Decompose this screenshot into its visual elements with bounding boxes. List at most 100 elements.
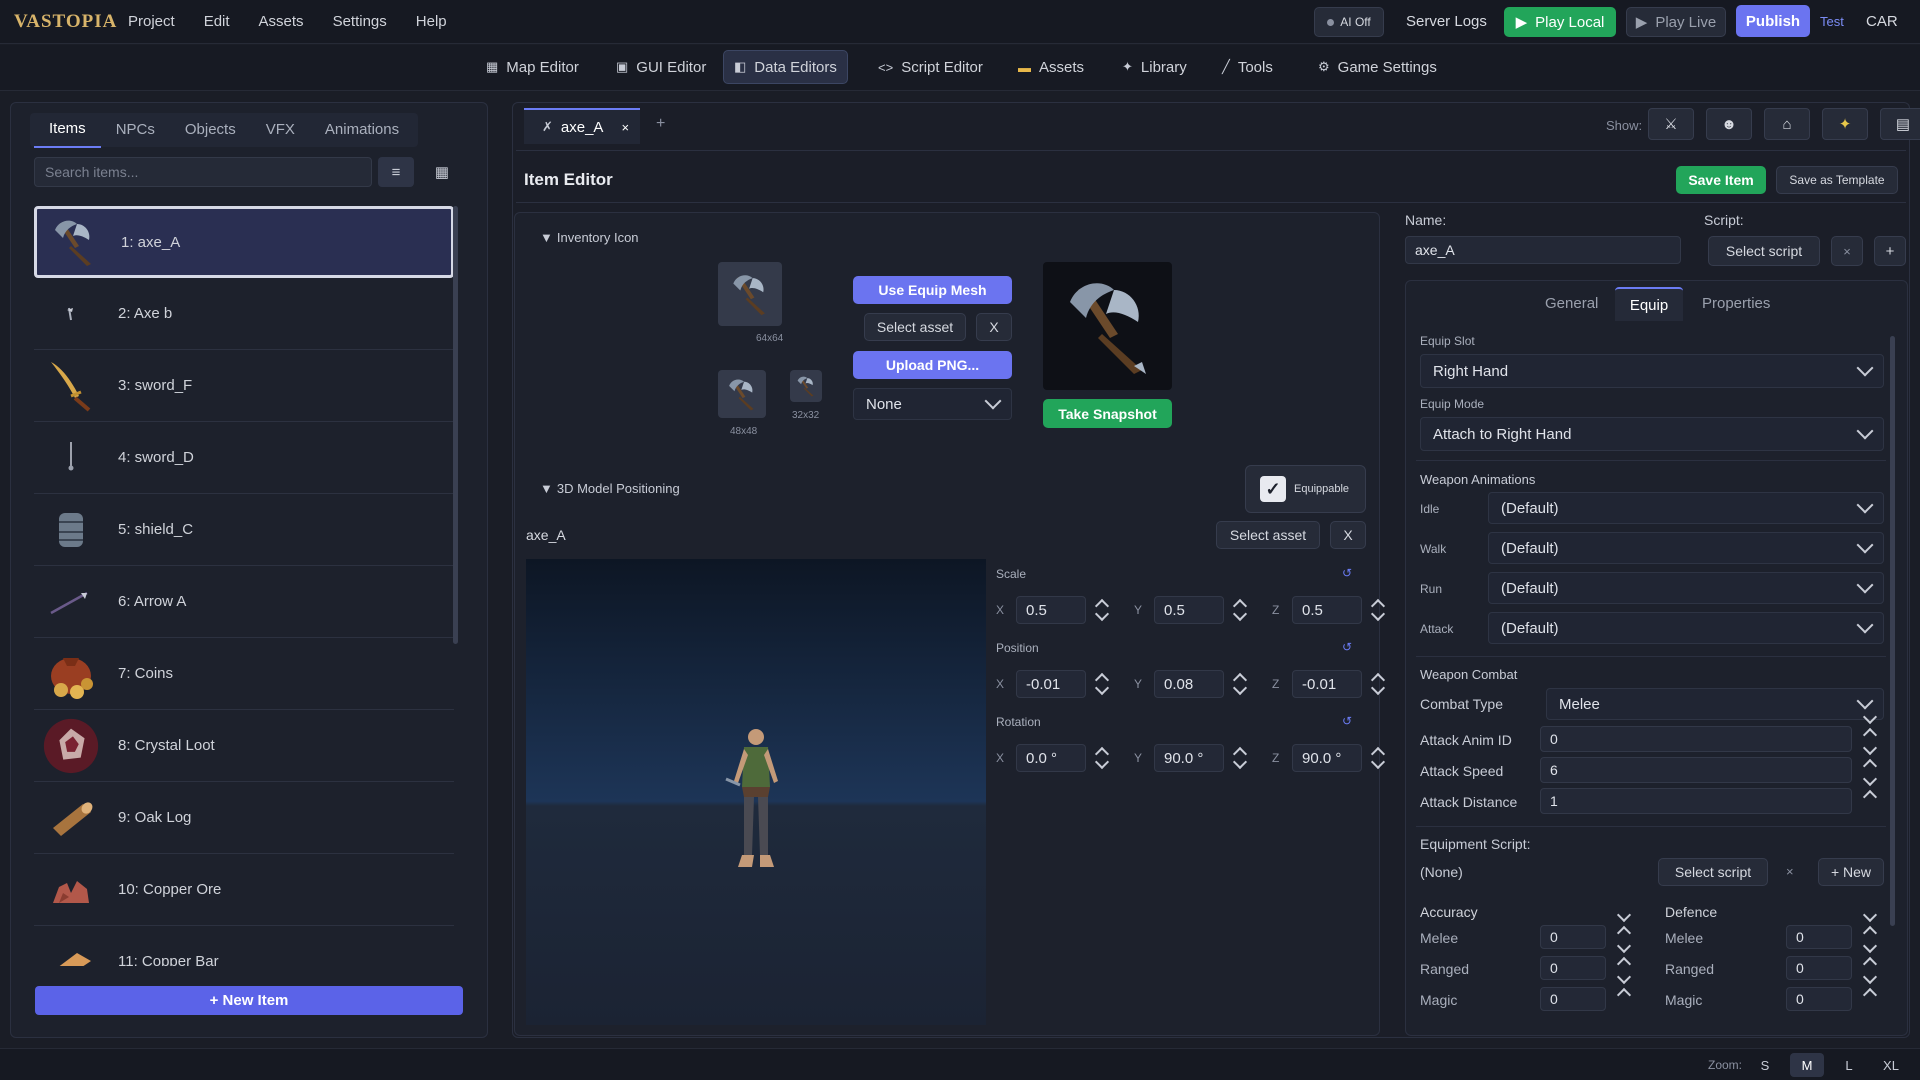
add-tab-button[interactable]: + (656, 115, 665, 133)
new-item-button[interactable]: + New Item (35, 986, 463, 1015)
play-local-button[interactable]: ▶ Play Local (1504, 7, 1616, 37)
list-item[interactable]: 7: Coins (34, 638, 454, 710)
show-effects-button[interactable]: ✦ (1822, 108, 1868, 140)
attack-anim-select[interactable]: (Default) (1488, 612, 1884, 644)
nav-script-editor[interactable]: <> Script Editor (868, 50, 993, 84)
grid-view-button[interactable]: ▦ (424, 157, 460, 187)
idle-anim-select[interactable]: (Default) (1488, 492, 1884, 524)
menu-help[interactable]: Help (416, 0, 447, 44)
list-item[interactable]: 1: axe_A (34, 206, 454, 278)
clear-model-button[interactable]: X (1330, 521, 1366, 549)
select-asset-button[interactable]: Select asset (864, 313, 966, 341)
ai-toggle-button[interactable]: AI Off (1314, 7, 1384, 37)
list-item[interactable]: 8: Crystal Loot (34, 710, 454, 782)
menu-assets[interactable]: Assets (259, 0, 304, 44)
use-equip-mesh-button[interactable]: Use Equip Mesh (853, 276, 1012, 304)
properties-scrollbar[interactable] (1890, 336, 1895, 926)
stepper-icon[interactable] (1372, 745, 1386, 771)
stepper-icon[interactable] (1096, 597, 1110, 623)
list-item[interactable]: 5: shield_C (34, 494, 454, 566)
show-buildings-button[interactable]: ⌂ (1764, 108, 1810, 140)
tab-items[interactable]: Items (34, 112, 101, 148)
attack-distance-input[interactable]: 1 (1540, 788, 1852, 814)
rotation-z-input[interactable]: 90.0 ° (1292, 744, 1362, 772)
list-view-button[interactable]: ≡ (378, 157, 414, 187)
attack-anim-id-input[interactable]: 0 (1540, 726, 1852, 752)
position-z-input[interactable]: -0.01 (1292, 670, 1362, 698)
list-item[interactable]: 4: sword_D (34, 422, 454, 494)
zoom-xl-button[interactable]: XL (1874, 1053, 1908, 1077)
reset-scale-icon[interactable]: ↺ (1342, 566, 1352, 580)
model-positioning-header[interactable]: ▼ 3D Model Positioning (540, 481, 680, 496)
nav-map-editor[interactable]: ▦ Map Editor (476, 50, 589, 84)
list-item[interactable]: 2: Axe b (34, 278, 454, 350)
equippable-toggle[interactable]: ✓ Equippable (1245, 465, 1366, 513)
publish-button[interactable]: Publish (1736, 5, 1810, 37)
icon-source-select[interactable]: None (853, 388, 1012, 420)
combat-type-select[interactable]: Melee (1546, 688, 1884, 720)
scale-y-input[interactable]: 0.5 (1154, 596, 1224, 624)
nav-data-editors[interactable]: ◧ Data Editors (723, 50, 848, 84)
zoom-s-button[interactable]: S (1748, 1053, 1782, 1077)
reset-position-icon[interactable]: ↺ (1342, 640, 1352, 654)
save-template-button[interactable]: Save as Template (1776, 166, 1898, 194)
play-live-button[interactable]: ▶ Play Live (1626, 7, 1726, 37)
stepper-icon[interactable] (1234, 671, 1248, 697)
accuracy-magic-input[interactable]: 0 (1540, 987, 1606, 1011)
app-logo[interactable]: VASTOPIA (14, 6, 116, 38)
defence-magic-input[interactable]: 0 (1786, 987, 1852, 1011)
defence-ranged-input[interactable]: 0 (1786, 956, 1852, 980)
stepper-icon[interactable] (1234, 745, 1248, 771)
stepper-icon[interactable] (1096, 671, 1110, 697)
list-item[interactable]: 11: Copper Bar (34, 926, 454, 966)
walk-anim-select[interactable]: (Default) (1488, 532, 1884, 564)
show-misc-button[interactable]: ▤ (1880, 108, 1920, 140)
rotation-y-input[interactable]: 90.0 ° (1154, 744, 1224, 772)
tab-equip[interactable]: Equip (1615, 287, 1683, 321)
select-model-asset-button[interactable]: Select asset (1216, 521, 1320, 549)
tab-objects[interactable]: Objects (170, 113, 251, 147)
show-weapons-button[interactable]: ⚔ (1648, 108, 1694, 140)
clear-script-button[interactable]: × (1831, 236, 1863, 266)
upload-png-button[interactable]: Upload PNG... (853, 351, 1012, 379)
run-anim-select[interactable]: (Default) (1488, 572, 1884, 604)
stepper-icon[interactable] (1372, 671, 1386, 697)
scale-x-input[interactable]: 0.5 (1016, 596, 1086, 624)
equip-mode-select[interactable]: Attach to Right Hand (1420, 417, 1884, 451)
rotation-x-input[interactable]: 0.0 ° (1016, 744, 1086, 772)
reset-rotation-icon[interactable]: ↺ (1342, 714, 1352, 728)
take-snapshot-button[interactable]: Take Snapshot (1043, 399, 1172, 428)
position-y-input[interactable]: 0.08 (1154, 670, 1224, 698)
show-characters-button[interactable]: ☻ (1706, 108, 1752, 140)
name-input[interactable]: axe_A (1405, 236, 1681, 264)
list-item[interactable]: 6: Arrow A (34, 566, 454, 638)
search-input[interactable]: Search items... (34, 157, 372, 187)
list-scrollbar[interactable] (453, 206, 458, 644)
tab-properties[interactable]: Properties (1702, 295, 1770, 312)
scale-z-input[interactable]: 0.5 (1292, 596, 1362, 624)
nav-game-settings[interactable]: ⚙ Game Settings (1308, 50, 1447, 84)
list-item[interactable]: 9: Oak Log (34, 782, 454, 854)
3d-viewport[interactable] (526, 559, 986, 1025)
stepper-icon[interactable] (1096, 745, 1110, 771)
clear-asset-button[interactable]: X (976, 313, 1012, 341)
defence-melee-input[interactable]: 0 (1786, 925, 1852, 949)
inventory-icon-header[interactable]: ▼ Inventory Icon (540, 230, 639, 245)
save-item-button[interactable]: Save Item (1676, 166, 1766, 194)
list-item[interactable]: 10: Copper Ore (34, 854, 454, 926)
tab-vfx[interactable]: VFX (251, 113, 310, 147)
position-x-input[interactable]: -0.01 (1016, 670, 1086, 698)
menu-edit[interactable]: Edit (204, 0, 230, 44)
doc-tab[interactable]: ✗ axe_A × (524, 108, 640, 144)
server-logs-button[interactable]: Server Logs (1406, 13, 1487, 30)
nav-gui-editor[interactable]: ▣ GUI Editor (606, 50, 716, 84)
test-link[interactable]: Test (1820, 14, 1844, 29)
add-script-button[interactable]: + (1874, 236, 1906, 266)
clear-equip-script-button[interactable]: × (1786, 864, 1794, 879)
select-script-button[interactable]: Select script (1708, 236, 1820, 266)
zoom-m-button[interactable]: M (1790, 1053, 1824, 1077)
checkbox-checked-icon[interactable]: ✓ (1260, 476, 1286, 502)
attack-speed-input[interactable]: 6 (1540, 757, 1852, 783)
zoom-l-button[interactable]: L (1832, 1053, 1866, 1077)
close-tab-icon[interactable]: × (621, 120, 629, 135)
